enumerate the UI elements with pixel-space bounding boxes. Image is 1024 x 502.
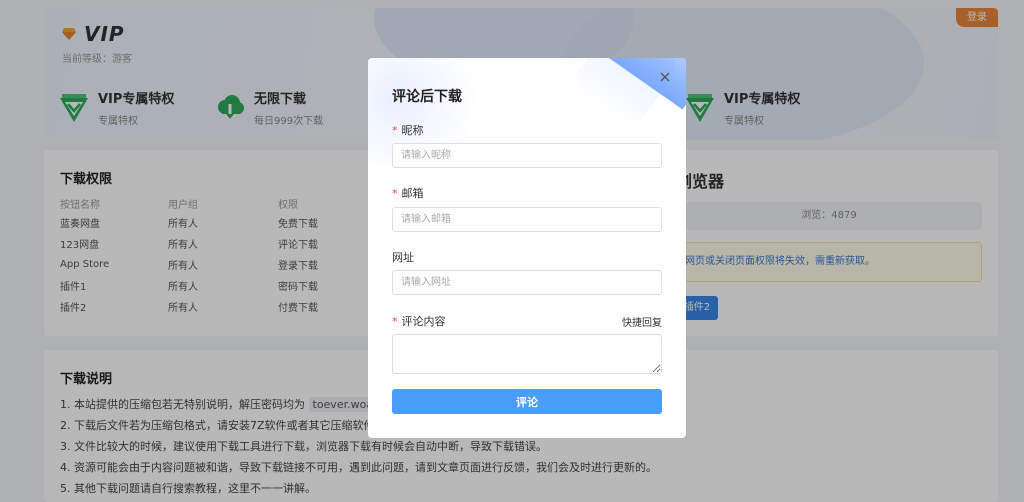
modal-title: 评论后下载 — [392, 89, 462, 105]
required-mark: * — [392, 187, 398, 200]
website-label-text: 网址 — [392, 251, 414, 264]
website-input[interactable] — [392, 270, 662, 295]
submit-comment-button[interactable]: 评论 — [392, 389, 662, 414]
nickname-input[interactable] — [392, 143, 662, 168]
email-input[interactable] — [392, 207, 662, 232]
nickname-label: * 昵称 — [392, 122, 424, 138]
comment-download-modal: 评论后下载 *昵称 *邮箱 网址 *评论内容 快捷回复 评论 — [368, 58, 686, 438]
comment-content-label: * 评论内容 — [392, 313, 446, 329]
website-label: 网址 — [392, 249, 414, 265]
comment-content-textarea[interactable] — [392, 334, 662, 374]
comment-content-label-text: 评论内容 — [401, 315, 446, 328]
required-mark: * — [392, 124, 398, 137]
quick-reply-link[interactable]: 快捷回复 — [622, 314, 662, 329]
nickname-label-text: 昵称 — [401, 124, 424, 137]
email-label-text: 邮箱 — [401, 187, 424, 200]
close-icon[interactable] — [658, 70, 672, 84]
email-label: * 邮箱 — [392, 185, 424, 201]
required-mark: * — [392, 315, 398, 328]
